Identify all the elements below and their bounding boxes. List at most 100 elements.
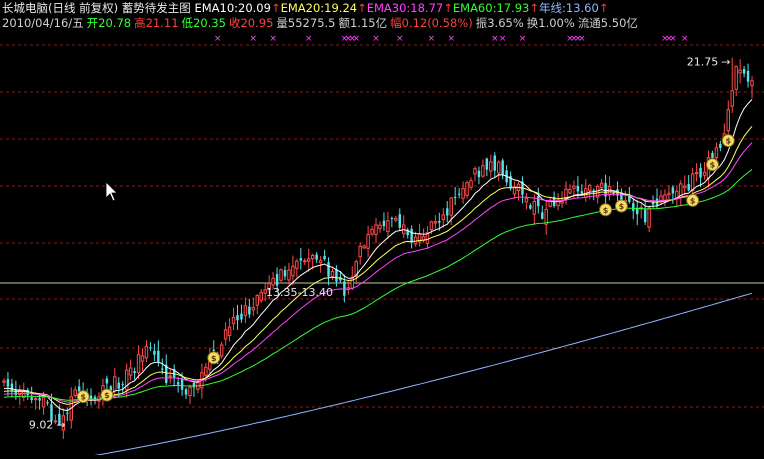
candle-body — [746, 70, 750, 82]
candle-body — [386, 220, 390, 232]
candle-body — [140, 355, 145, 362]
top-marker-icon: × — [428, 34, 436, 44]
candle-body — [168, 375, 172, 378]
candle-body — [683, 185, 687, 189]
candle-body — [291, 265, 295, 277]
candle-body — [176, 382, 180, 385]
candle-body — [628, 196, 631, 202]
up-arrow-icon: ↑ — [598, 1, 609, 15]
candle-body — [457, 193, 461, 195]
candle-body — [295, 260, 299, 269]
candle-body — [149, 347, 152, 349]
candle-body — [378, 224, 382, 229]
candle-body — [449, 197, 453, 216]
price-annotation-low: 9.02 — [29, 419, 54, 432]
candle-body — [144, 345, 149, 359]
top-marker-icon: × — [250, 34, 258, 44]
candle-body — [694, 172, 699, 175]
candle-body — [128, 367, 133, 376]
candle-body — [410, 228, 413, 243]
quote-stat: 高21.11 — [134, 16, 179, 30]
indicator-list: EMA10:20.09↑EMA20:19.24↑EMA30:18.77↑EMA6… — [194, 1, 608, 15]
candle-body — [398, 214, 401, 228]
candle-body — [303, 260, 307, 263]
quote-stat: 收20.95 — [228, 16, 274, 30]
candle-body — [323, 255, 326, 260]
candle-body — [133, 371, 136, 374]
candle-body — [489, 161, 493, 172]
svg-text:$: $ — [211, 354, 217, 363]
candle-body — [469, 180, 473, 188]
money-bag-icon: $ — [599, 203, 613, 217]
candle-body — [157, 350, 160, 362]
quote-stat: 低20.35 — [181, 16, 226, 30]
candle-body — [477, 170, 481, 178]
candle-body — [231, 316, 236, 325]
candle-body — [227, 326, 232, 336]
candle-body — [330, 270, 335, 277]
candle-body — [315, 254, 318, 260]
candle-body — [524, 197, 529, 203]
candle-body — [243, 305, 248, 316]
candle-body — [541, 212, 544, 219]
kline-chart[interactable]: × × × × × × × × × × × × × × × × × × × × × × × $ $ $ $ $ $ $ $ 21.75 → 9… — [0, 0, 764, 459]
candle-body — [529, 205, 532, 209]
price-annotation-high: 21.75 — [687, 56, 719, 69]
quote-stat: 开20.78 — [86, 16, 132, 30]
buy-signal-icons: $ $ $ $ $ $ $ $ — [76, 134, 735, 404]
candle-body — [382, 220, 386, 227]
candlestick-series — [2, 57, 754, 439]
candle-body — [446, 208, 449, 216]
money-bag-icon: $ — [100, 388, 114, 402]
candle-body — [259, 292, 263, 301]
money-bag-icon: $ — [614, 199, 628, 213]
top-marker-icon: × — [669, 34, 677, 44]
price-annotation-level: 13.35-13.40 — [266, 286, 333, 299]
kline-chart-svg[interactable]: × × × × ×××× × × × × × × × ×××× ××× × $ $$$ $$$$ 21.75 →9… — [0, 0, 764, 459]
quote-stat: 换1.00% — [526, 16, 575, 30]
top-marker-icon: × — [269, 34, 277, 44]
ema10-line — [3, 99, 753, 412]
candle-body — [726, 109, 731, 132]
indicator-label: EMA10:20.09 — [194, 1, 271, 15]
candle-body — [465, 182, 469, 196]
candle-body — [667, 192, 671, 196]
candle-body — [219, 344, 224, 357]
money-bag-icon: $ — [207, 351, 221, 365]
top-marker-icon: × — [352, 34, 360, 44]
top-marker-icon: × — [681, 34, 689, 44]
candle-body — [544, 208, 548, 225]
indicator-label: EMA60:17.93 — [452, 1, 530, 15]
candle-body — [279, 269, 283, 281]
quote-stat: 额1.15亿 — [338, 16, 388, 30]
svg-text:$: $ — [80, 393, 86, 402]
candle-body — [738, 69, 742, 74]
candle-body — [2, 380, 6, 383]
candle-body — [358, 245, 362, 258]
svg-text:$: $ — [104, 391, 110, 400]
candle-body — [750, 80, 754, 87]
candle-body — [461, 188, 465, 199]
candle-body — [310, 255, 315, 260]
candle-body — [136, 354, 141, 374]
chart-header-row-2: 2010/04/16/五 开20.78 高21.11 低20.35 收20.95 量552… — [2, 16, 641, 31]
annotation-arrow-icon: → — [56, 419, 65, 432]
candle-body — [647, 207, 651, 228]
candle-body — [493, 155, 496, 171]
quote-stat: 振3.65% — [475, 16, 524, 30]
candle-body — [548, 200, 552, 207]
candle-body — [66, 412, 69, 414]
candle-body — [568, 189, 572, 194]
candle-body — [643, 209, 647, 223]
candle-body — [327, 262, 330, 277]
top-marker-icon: × — [372, 34, 380, 44]
annotation-arrow-icon: → — [721, 56, 730, 69]
candle-body — [671, 187, 675, 194]
top-marker-icon: × — [214, 34, 222, 44]
candle-body — [212, 349, 215, 351]
candle-body — [117, 382, 120, 389]
candle-body — [441, 214, 446, 221]
quote-stat: 幅0.12(0.58%) — [390, 16, 473, 30]
candle-body — [572, 185, 576, 189]
top-marker-icon: × — [305, 34, 313, 44]
